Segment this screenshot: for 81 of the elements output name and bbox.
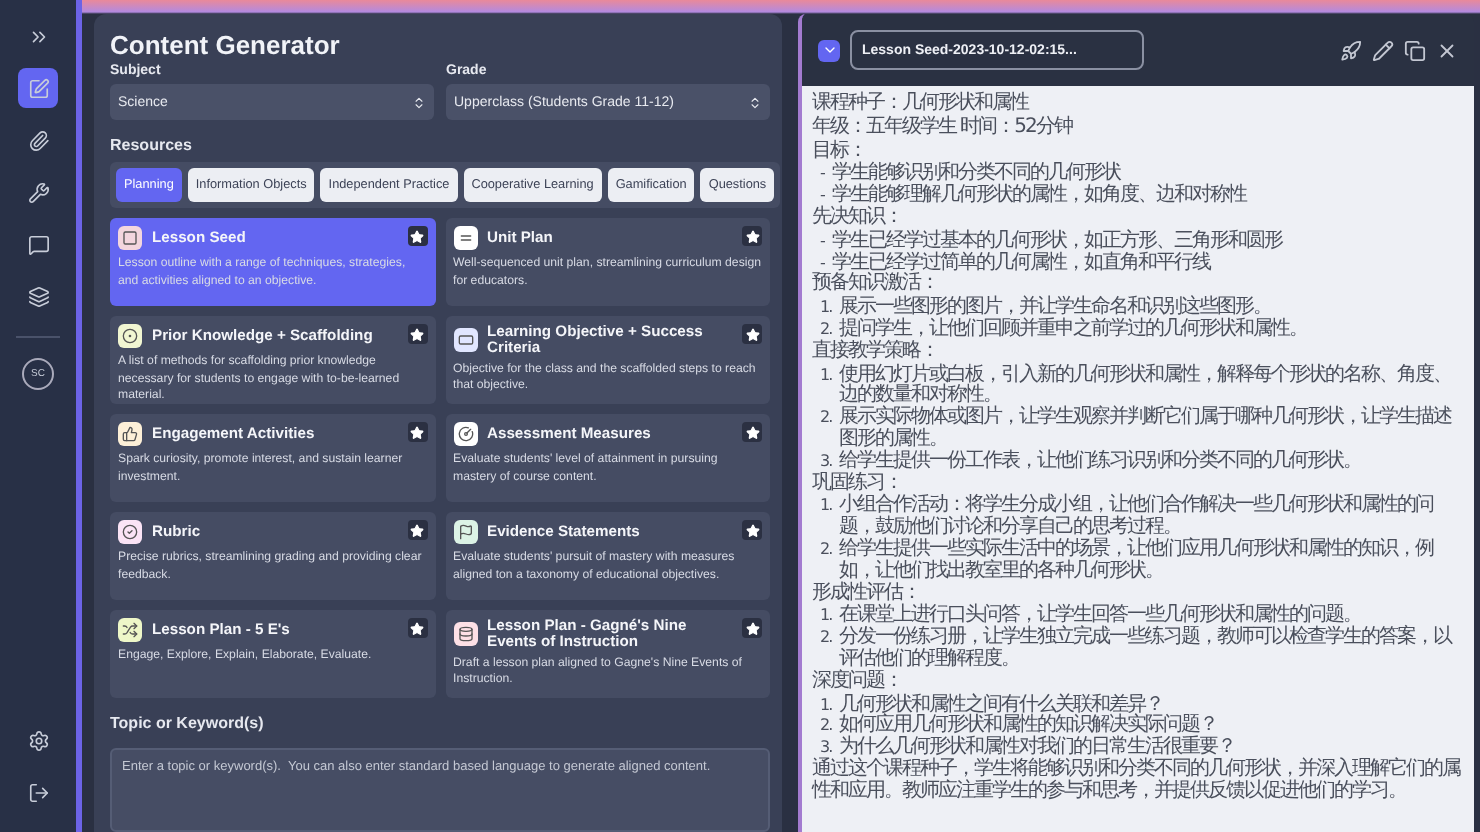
list-marker: 2.: [820, 408, 832, 431]
output-list-item: 为什么几何形状和属性对我们的日常生活很重要？: [839, 738, 1236, 759]
list-marker: 2.: [820, 319, 832, 339]
copy-icon[interactable]: [1404, 39, 1426, 61]
star-button[interactable]: [407, 618, 427, 638]
star-icon: [745, 327, 759, 341]
output-list-item: 给学生提供一份工作表，让他们练习识别和分类不同的几何形状。: [839, 451, 1362, 472]
list-marker: 3.: [820, 451, 832, 472]
output-paragraph: 先决知识：: [812, 207, 904, 229]
star-button[interactable]: [742, 618, 762, 638]
output-list-item: 使用幻灯片或白板，引入新的几何形状和属性，解释每个形状的名称、角度、边的数量和对称性。: [839, 365, 1454, 407]
pencil-icon[interactable]: [1372, 39, 1394, 61]
list-marker: 1.: [820, 496, 832, 519]
output-list-item: 给学生提供一些实际生活中的场景，让他们应用几何形状和属性的知识，例如，让他们找出教室里的各种几何形状。: [839, 539, 1436, 582]
output-list-item: 学生能够理解几何形状的属性，如角度、边和对称性: [831, 186, 1246, 207]
output-paragraph: 直接教学策略：: [812, 341, 940, 363]
star-icon: [745, 621, 759, 635]
star-icon: [410, 523, 424, 537]
output-paragraph: 年级：五年级学生 时间：52分钟: [812, 117, 1075, 139]
output-list-item: 学生能够识别和分类不同的几何形状: [831, 164, 1120, 185]
output-list-item: 学生已经学过基本的几何形状，如正方形、三角形和圆形: [831, 231, 1282, 252]
chat-icon: [27, 233, 49, 255]
list-marker: 2.: [820, 716, 832, 739]
star-icon: [745, 229, 759, 243]
settings-icon: [27, 729, 49, 751]
list-marker: 2.: [820, 539, 832, 562]
list-marker: -: [820, 186, 824, 205]
tools-icon: [27, 181, 49, 203]
close-icon[interactable]: [1436, 39, 1458, 61]
output-paragraph: 目标：: [812, 141, 866, 162]
star-button[interactable]: [407, 422, 427, 442]
list-marker: -: [820, 164, 824, 187]
list-marker: 2.: [820, 628, 832, 651]
list-marker: 3.: [820, 738, 832, 757]
output-paragraph: 预备知识激活：: [812, 274, 940, 295]
output-list-item: 如何应用几何形状和属性的知识解决实际问题？: [839, 716, 1218, 737]
field-label: Topic or Keyword(s): [110, 714, 266, 732]
updown-chevron-icon: [412, 95, 426, 109]
output-paragraph: 深度问题：: [812, 671, 904, 693]
star-icon: [410, 425, 424, 439]
star-icon: [410, 621, 424, 635]
list-marker: 1.: [820, 365, 832, 388]
star-button[interactable]: [407, 324, 427, 344]
output-paragraph: 课程种子：几何形状和属性: [812, 94, 1031, 115]
chevron-down-icon: [821, 42, 837, 58]
rocket-icon[interactable]: [1340, 39, 1362, 61]
star-button[interactable]: [407, 520, 427, 540]
output-paragraph: 形成性评估：: [812, 583, 920, 604]
star-icon: [410, 229, 424, 243]
output-list-item: 在课堂上进行口头问答，让学生回答一些几何形状和属性的问题。: [839, 606, 1362, 627]
list-marker: 1.: [820, 298, 832, 320]
star-button[interactable]: [742, 324, 762, 344]
collapse-button[interactable]: [818, 39, 840, 61]
output-list-item: 小组合作活动：将学生分成小组，让他们合作解决一些几何形状和属性的问题，鼓励他们讨论和分享自己的思考过程。: [839, 496, 1436, 539]
output-list-item: 分发一份练习册，让学生独立完成一些练习题，教师可以检查学生的答案，以评估他们的理解程度。: [839, 628, 1455, 670]
output-list-item: 展示实际物体或图片，让学生观察并判断它们属于哪种几何形状，让学生描述图形的属性。: [839, 408, 1454, 450]
star-icon: [745, 523, 759, 537]
output-list-item: 提问学生，让他们回顾并重申之前学过的几何形状和属性。: [839, 319, 1308, 340]
list-marker: -: [820, 231, 824, 254]
attach-icon: [27, 129, 49, 151]
list-marker: 1.: [820, 695, 832, 717]
star-icon: [410, 327, 424, 341]
list-marker: 1.: [820, 606, 832, 629]
section-label: Resources: [110, 136, 194, 154]
output-list-item: 学生已经学过简单的几何属性，如直角和平行线: [831, 253, 1210, 274]
star-button[interactable]: [742, 226, 762, 246]
list-marker: -: [820, 253, 824, 272]
edit-icon: [27, 77, 49, 99]
output-list-item: 几何形状和属性之间有什么关联和差异？: [839, 695, 1164, 716]
panel-title: Content Generator: [110, 30, 342, 60]
star-icon: [745, 425, 759, 439]
star-button[interactable]: [742, 520, 762, 540]
updown-chevron-icon: [748, 95, 762, 109]
edit-nav-button[interactable]: [18, 68, 58, 108]
star-button[interactable]: [742, 422, 762, 442]
output-paragraph: 巩固练习：: [812, 473, 902, 494]
layers-icon: [27, 285, 49, 307]
output-list-item: 展示一些图形的图片，并让学生命名和识别这些图形。: [839, 298, 1272, 319]
output-paragraph: 通过这个课程种子，学生将能够识别和分类不同的几何形状，并深入理解它们的属性和应用。教师应注重学生的参与和思考，并提供反馈以促进他们的学习。: [812, 759, 1463, 803]
star-button[interactable]: [407, 226, 427, 246]
logout-icon: [27, 781, 49, 803]
